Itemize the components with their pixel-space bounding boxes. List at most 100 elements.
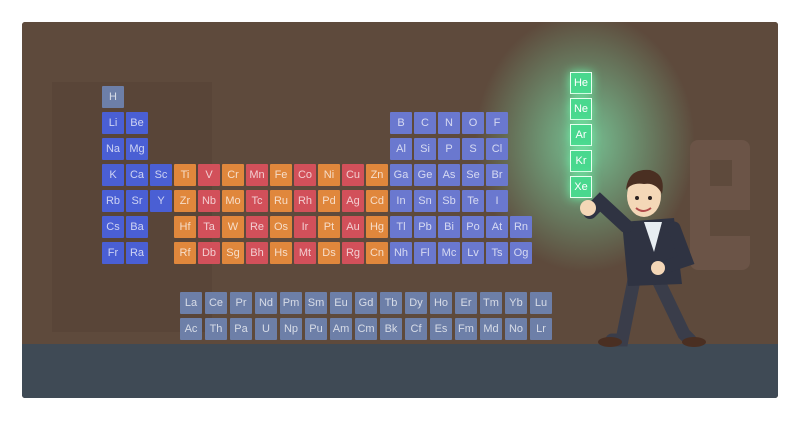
element-cell-nh: Nh <box>390 242 412 264</box>
element-cell-hf: Hf <box>174 216 196 238</box>
element-cell-np: Np <box>280 318 302 340</box>
element-cell-ca: Ca <box>126 164 148 186</box>
element-cell-bi: Bi <box>438 216 460 238</box>
element-cell-au: Au <box>342 216 364 238</box>
element-cell-cn: Cn <box>366 242 388 264</box>
element-cell-lu: Lu <box>530 292 552 314</box>
element-cell-c: C <box>414 112 436 134</box>
element-cell-ag: Ag <box>342 190 364 212</box>
element-cell-h: H <box>102 86 124 108</box>
element-cell-ds: Ds <box>318 242 340 264</box>
element-cell-cu: Cu <box>342 164 364 186</box>
element-cell-ra: Ra <box>126 242 148 264</box>
noble-gas-cell-xe: Xe <box>570 176 592 198</box>
element-cell-tb: Tb <box>380 292 402 314</box>
element-cell-fl: Fl <box>414 242 436 264</box>
element-cell-tm: Tm <box>480 292 502 314</box>
element-cell-gd: Gd <box>355 292 377 314</box>
element-cell-os: Os <box>270 216 292 238</box>
element-cell-mn: Mn <box>246 164 268 186</box>
element-cell-eu: Eu <box>330 292 352 314</box>
element-cell-cs: Cs <box>102 216 124 238</box>
element-cell-tl: Tl <box>390 216 412 238</box>
element-cell-pt: Pt <box>318 216 340 238</box>
element-cell-rf: Rf <box>174 242 196 264</box>
element-cell-rh: Rh <box>294 190 316 212</box>
element-cell-sn: Sn <box>414 190 436 212</box>
element-cell-db: Db <box>198 242 220 264</box>
element-cell-cm: Cm <box>355 318 377 340</box>
element-cell-p: P <box>438 138 460 160</box>
noble-glow <box>475 22 695 272</box>
element-cell-w: W <box>222 216 244 238</box>
element-cell-cl: Cl <box>486 138 508 160</box>
element-cell-v: V <box>198 164 220 186</box>
element-cell-nb: Nb <box>198 190 220 212</box>
element-cell-pm: Pm <box>280 292 302 314</box>
element-cell-o: O <box>462 112 484 134</box>
element-cell-ga: Ga <box>390 164 412 186</box>
noble-gas-cell-ar: Ar <box>570 124 592 146</box>
noble-gas-cell-kr: Kr <box>570 150 592 172</box>
element-cell-bh: Bh <box>246 242 268 264</box>
element-cell-la: La <box>180 292 202 314</box>
element-cell-hg: Hg <box>366 216 388 238</box>
element-cell-s: S <box>462 138 484 160</box>
element-cell-yb: Yb <box>505 292 527 314</box>
element-cell-at: At <box>486 216 508 238</box>
element-cell-u: U <box>255 318 277 340</box>
element-cell-bk: Bk <box>380 318 402 340</box>
element-cell-cf: Cf <box>405 318 427 340</box>
element-cell-hs: Hs <box>270 242 292 264</box>
element-cell-rg: Rg <box>342 242 364 264</box>
element-cell-te: Te <box>462 190 484 212</box>
element-cell-in: In <box>390 190 412 212</box>
element-cell-ta: Ta <box>198 216 220 238</box>
element-cell-pb: Pb <box>414 216 436 238</box>
element-cell-re: Re <box>246 216 268 238</box>
noble-gas-cell-he: He <box>570 72 592 94</box>
element-cell-zr: Zr <box>174 190 196 212</box>
element-cell-na: Na <box>102 138 124 160</box>
element-cell-po: Po <box>462 216 484 238</box>
element-cell-cr: Cr <box>222 164 244 186</box>
element-cell-er: Er <box>455 292 477 314</box>
element-cell-mt: Mt <box>294 242 316 264</box>
element-cell-md: Md <box>480 318 502 340</box>
element-cell-rb: Rb <box>102 190 124 212</box>
element-cell-sr: Sr <box>126 190 148 212</box>
element-cell-sc: Sc <box>150 164 172 186</box>
element-cell-nd: Nd <box>255 292 277 314</box>
element-cell-lv: Lv <box>462 242 484 264</box>
element-cell-cd: Cd <box>366 190 388 212</box>
element-cell-li: Li <box>102 112 124 134</box>
element-cell-sg: Sg <box>222 242 244 264</box>
element-cell-ac: Ac <box>180 318 202 340</box>
element-cell-ho: Ho <box>430 292 452 314</box>
element-cell-si: Si <box>414 138 436 160</box>
element-cell-fe: Fe <box>270 164 292 186</box>
element-cell-zn: Zn <box>366 164 388 186</box>
element-cell-lr: Lr <box>530 318 552 340</box>
element-cell-og: Og <box>510 242 532 264</box>
element-cell-as: As <box>438 164 460 186</box>
element-cell-al: Al <box>390 138 412 160</box>
element-cell-ba: Ba <box>126 216 148 238</box>
element-cell-ir: Ir <box>294 216 316 238</box>
element-cell-k: K <box>102 164 124 186</box>
element-cell-ge: Ge <box>414 164 436 186</box>
element-cell-b: B <box>390 112 412 134</box>
doodle-scene: H Li Be B C N O F Na Mg Al Si P S Cl K Ca Sc Ti V Cr Mn Fe Co Ni… <box>22 22 778 398</box>
element-cell-rn: Rn <box>510 216 532 238</box>
element-cell-sb: Sb <box>438 190 460 212</box>
element-cell-mg: Mg <box>126 138 148 160</box>
element-cell-n: N <box>438 112 460 134</box>
element-cell-ti: Ti <box>174 164 196 186</box>
element-cell-ni: Ni <box>318 164 340 186</box>
noble-gas-cell-ne: Ne <box>570 98 592 120</box>
element-cell-br: Br <box>486 164 508 186</box>
letter-e-icon <box>690 140 750 270</box>
element-cell-fr: Fr <box>102 242 124 264</box>
element-cell-fm: Fm <box>455 318 477 340</box>
element-cell-ts: Ts <box>486 242 508 264</box>
